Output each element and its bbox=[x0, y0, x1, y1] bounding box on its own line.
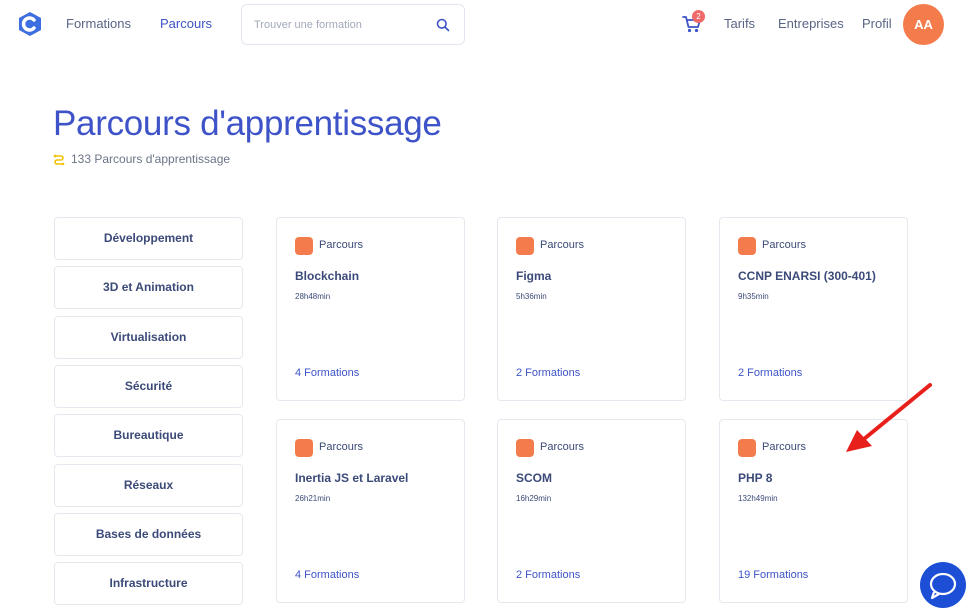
card-formation-count[interactable]: 4 Formations bbox=[295, 569, 359, 581]
category-infrastructure[interactable]: Infrastructure bbox=[54, 562, 243, 605]
avatar[interactable]: AA bbox=[903, 4, 944, 45]
card-badge: Parcours bbox=[762, 239, 807, 251]
category-developpement[interactable]: Développement bbox=[54, 217, 243, 260]
logo-icon[interactable] bbox=[17, 11, 43, 37]
category-reseaux[interactable]: Réseaux bbox=[54, 464, 243, 507]
card-badge: Parcours bbox=[540, 239, 585, 251]
card-title[interactable]: Figma bbox=[516, 269, 551, 283]
card-badge: Parcours bbox=[319, 239, 364, 251]
arrow-annotation bbox=[846, 383, 932, 452]
card-duration: 9h35min bbox=[738, 292, 769, 301]
path-badge-icon bbox=[738, 439, 756, 457]
card-title[interactable]: Inertia JS et Laravel bbox=[295, 471, 408, 485]
path-card[interactable]: Parcours Blockchain 28h48min 4 Formation… bbox=[276, 217, 465, 401]
card-title[interactable]: SCOM bbox=[516, 471, 552, 485]
path-card[interactable]: Parcours Inertia JS et Laravel 26h21min … bbox=[276, 419, 465, 603]
card-formation-count[interactable]: 19 Formations bbox=[738, 569, 808, 581]
nav-entreprises[interactable]: Entreprises bbox=[778, 16, 844, 31]
card-formation-count[interactable]: 2 Formations bbox=[516, 569, 580, 581]
card-formation-count[interactable]: 4 Formations bbox=[295, 367, 359, 379]
path-icon bbox=[53, 154, 65, 165]
card-title[interactable]: PHP 8 bbox=[738, 471, 772, 485]
card-duration: 5h36min bbox=[516, 292, 547, 301]
chat-icon bbox=[929, 572, 957, 600]
category-securite[interactable]: Sécurité bbox=[54, 365, 243, 408]
search-input[interactable] bbox=[254, 16, 424, 34]
search-box bbox=[241, 4, 465, 45]
category-virtualisation[interactable]: Virtualisation bbox=[54, 316, 243, 359]
category-bases-de-donnees[interactable]: Bases de données bbox=[54, 513, 243, 556]
path-badge-icon bbox=[516, 237, 534, 255]
path-badge-icon bbox=[738, 237, 756, 255]
category-bureautique[interactable]: Bureautique bbox=[54, 414, 243, 457]
nav-tarifs[interactable]: Tarifs bbox=[724, 16, 755, 31]
card-duration: 16h29min bbox=[516, 494, 552, 503]
card-formation-count[interactable]: 2 Formations bbox=[738, 367, 802, 379]
nav-formations[interactable]: Formations bbox=[66, 16, 131, 31]
search-icon[interactable] bbox=[436, 18, 450, 32]
path-card[interactable]: Parcours CCNP ENARSI (300-401) 9h35min 2… bbox=[719, 217, 908, 401]
card-badge: Parcours bbox=[319, 441, 364, 453]
card-formation-count[interactable]: 2 Formations bbox=[516, 367, 580, 379]
chat-button[interactable] bbox=[920, 562, 966, 608]
subtitle-text: 133 Parcours d'apprentissage bbox=[71, 152, 231, 166]
path-card[interactable]: Parcours SCOM 16h29min 2 Formations bbox=[497, 419, 686, 603]
page-title: Parcours d'apprentissage bbox=[53, 104, 442, 143]
path-badge-icon bbox=[295, 439, 313, 457]
top-navbar: Formations Parcours 2 Tarifs Entreprises… bbox=[0, 0, 966, 48]
cart-count-badge: 2 bbox=[692, 10, 705, 23]
category-3d-animation[interactable]: 3D et Animation bbox=[54, 266, 243, 309]
card-badge: Parcours bbox=[762, 441, 807, 453]
path-count: 133 Parcours d'apprentissage bbox=[53, 152, 230, 166]
card-title[interactable]: Blockchain bbox=[295, 269, 359, 283]
card-title[interactable]: CCNP ENARSI (300-401) bbox=[738, 269, 876, 283]
card-duration: 28h48min bbox=[295, 292, 331, 301]
card-badge: Parcours bbox=[540, 441, 585, 453]
nav-profil[interactable]: Profil bbox=[862, 16, 892, 31]
path-card[interactable]: Parcours Figma 5h36min 2 Formations bbox=[497, 217, 686, 401]
path-badge-icon bbox=[295, 237, 313, 255]
card-duration: 26h21min bbox=[295, 494, 331, 503]
card-duration: 132h49min bbox=[738, 494, 778, 503]
path-badge-icon bbox=[516, 439, 534, 457]
nav-parcours[interactable]: Parcours bbox=[160, 16, 212, 31]
